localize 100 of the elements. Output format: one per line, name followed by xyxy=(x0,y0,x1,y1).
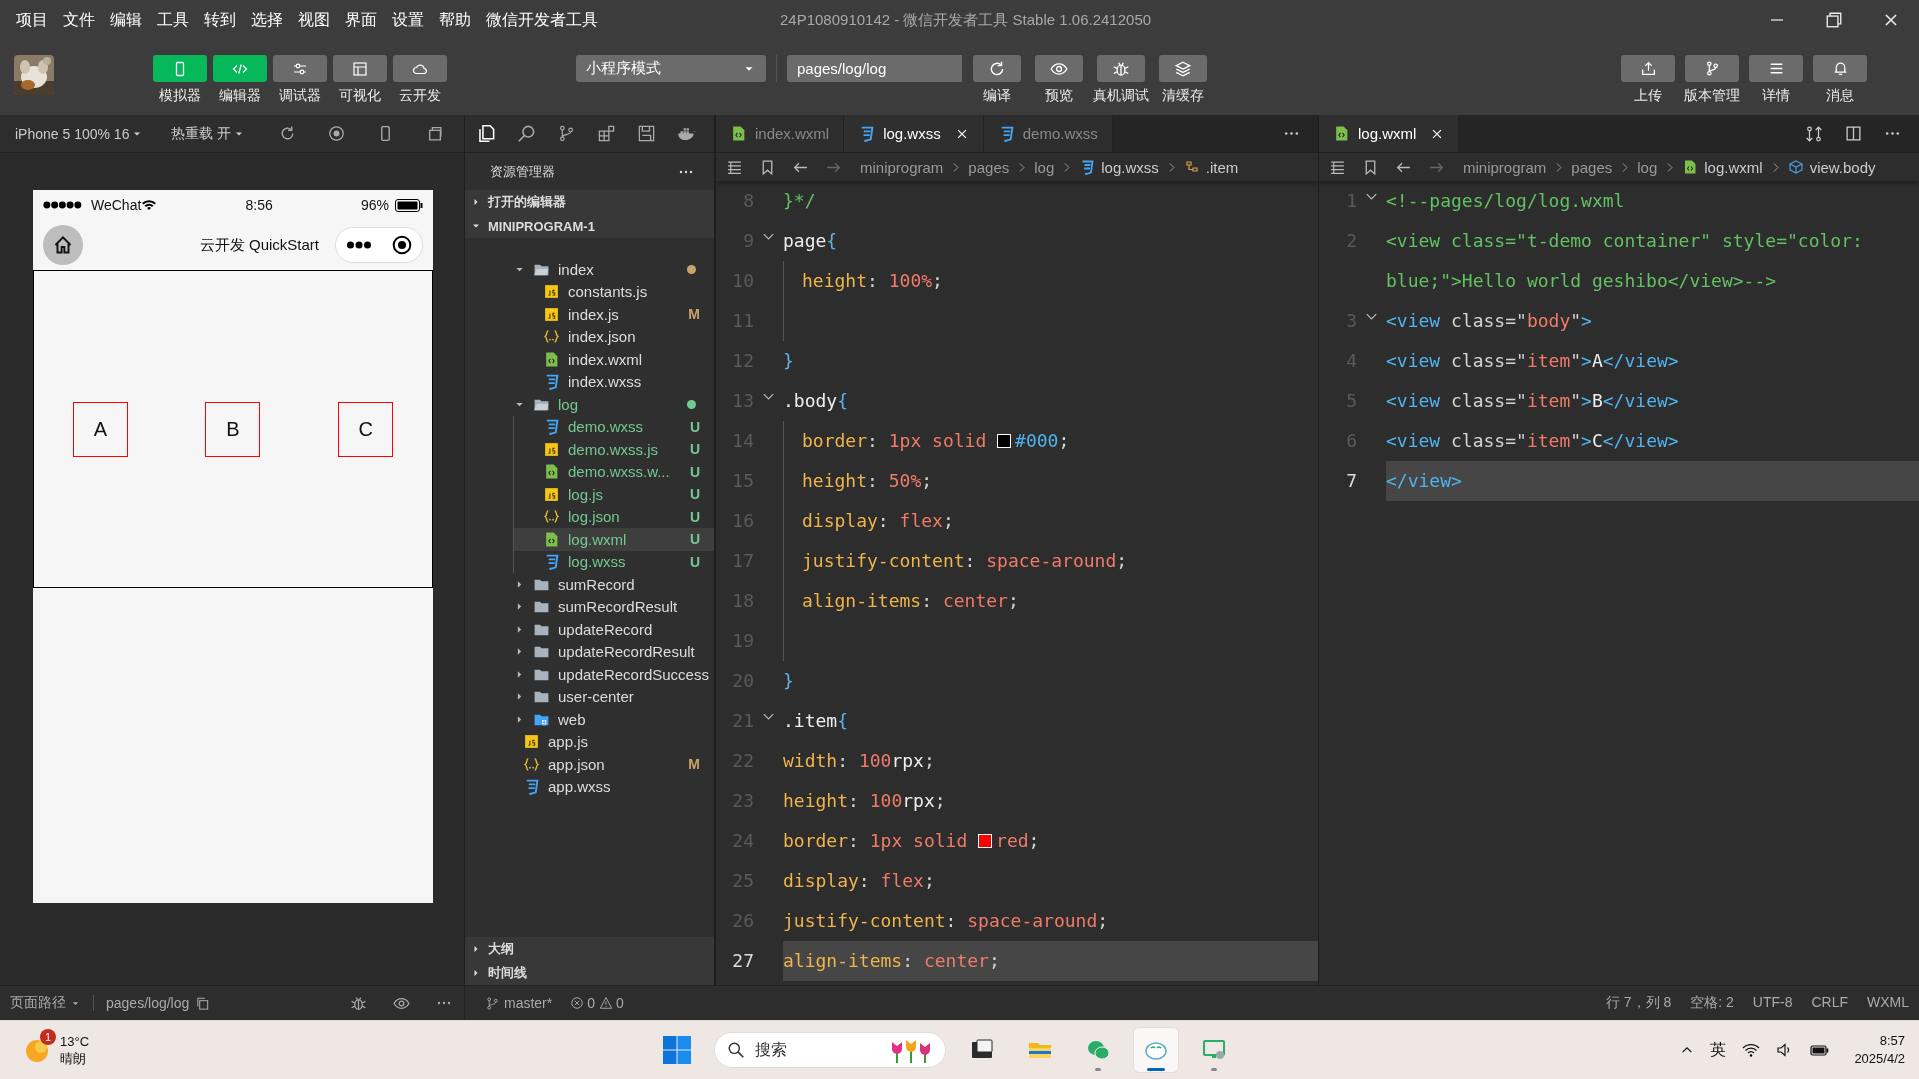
file-name[interactable]: constants.js xyxy=(568,283,648,301)
search-field[interactable]: 搜索 xyxy=(714,1032,946,1068)
menu-item[interactable]: 微信开发者工具 xyxy=(486,9,598,31)
file-name[interactable]: demo.wxss.w... xyxy=(568,463,670,481)
breadcrumb-item[interactable]: .item xyxy=(1205,158,1239,176)
folder-name[interactable]: log xyxy=(558,395,579,413)
file-name[interactable]: log.wxss xyxy=(568,553,626,571)
page-path-selector[interactable]: 页面路径 xyxy=(10,994,81,1012)
record-icon[interactable] xyxy=(391,235,412,255)
menu-item[interactable]: 文件 xyxy=(63,9,95,31)
mode-button[interactable] xyxy=(393,55,447,82)
save-icon[interactable] xyxy=(637,124,656,143)
folder-name[interactable]: updateRecordSuccess xyxy=(558,665,709,683)
input-method[interactable]: 英 xyxy=(1710,1039,1727,1061)
more-icon[interactable] xyxy=(346,241,371,249)
menu-item[interactable]: 视图 xyxy=(298,9,330,31)
section-header[interactable]: 时间线 xyxy=(465,961,714,985)
file-name[interactable]: log.js xyxy=(568,485,604,503)
file-name[interactable]: app.json xyxy=(548,755,605,773)
file-name[interactable]: demo.wxss xyxy=(568,418,644,436)
folder-name[interactable]: updateRecordResult xyxy=(558,643,695,661)
split-editor-icon[interactable] xyxy=(1845,125,1862,142)
hot-reload-toggle[interactable]: 热重载 开 xyxy=(171,124,246,143)
page-path-field[interactable]: pages/log/log xyxy=(787,55,962,82)
section-header[interactable]: MINIPROGRAM-1 xyxy=(465,214,714,238)
home-button[interactable] xyxy=(43,225,83,265)
files-icon[interactable] xyxy=(477,124,496,143)
folder-name[interactable]: index xyxy=(558,260,594,278)
section-header[interactable]: 打开的编辑器 xyxy=(465,190,714,214)
file-name[interactable]: index.json xyxy=(568,328,636,346)
folder-name[interactable]: user-center xyxy=(558,688,634,706)
breadcrumb-item[interactable]: miniprogram xyxy=(860,158,944,176)
breadcrumb-item[interactable]: pages xyxy=(1571,158,1613,176)
menu-item[interactable]: 转到 xyxy=(204,9,236,31)
refresh-icon[interactable] xyxy=(279,125,297,142)
copy-icon[interactable] xyxy=(195,995,211,1011)
menu-item[interactable]: 帮助 xyxy=(439,9,471,31)
file-name[interactable]: log.json xyxy=(568,508,620,526)
mode-button[interactable] xyxy=(273,55,327,82)
wifi-icon[interactable] xyxy=(1742,1042,1761,1058)
editor-tab[interactable]: demo.wxss xyxy=(983,115,1113,152)
stop-icon[interactable] xyxy=(328,125,346,142)
git-branch[interactable]: master* xyxy=(504,995,553,1011)
clock[interactable]: 8:57 2025/4/2 xyxy=(1854,1032,1905,1068)
file-name[interactable]: index.js xyxy=(568,305,619,323)
device-selector[interactable]: iPhone 5 100% 16 xyxy=(15,125,144,142)
search-icon[interactable] xyxy=(517,124,536,143)
action-button[interactable] xyxy=(1685,55,1739,82)
editor-tab[interactable]: index.wxml xyxy=(716,115,845,152)
language-mode[interactable]: WXML xyxy=(1867,994,1909,1012)
extensions-icon[interactable] xyxy=(597,124,616,143)
breadcrumb-item[interactable]: view.body xyxy=(1809,158,1876,176)
mode-button[interactable] xyxy=(153,55,207,82)
action-button[interactable] xyxy=(1035,55,1083,82)
action-button[interactable] xyxy=(1749,55,1803,82)
file-name[interactable]: index.wxss xyxy=(568,373,642,391)
menu-item[interactable]: 项目 xyxy=(16,9,48,31)
action-button[interactable] xyxy=(973,55,1021,82)
action-button[interactable] xyxy=(1097,55,1145,82)
folder-name[interactable]: updateRecord xyxy=(558,620,653,638)
cursor-position[interactable]: 行 7，列 8 xyxy=(1605,994,1672,1012)
action-button[interactable] xyxy=(1813,55,1867,82)
menu-item[interactable]: 工具 xyxy=(157,9,189,31)
mode-button[interactable] xyxy=(333,55,387,82)
taskbar-app[interactable] xyxy=(1134,1028,1178,1072)
menu-item[interactable]: 界面 xyxy=(345,9,377,31)
section-header[interactable]: 大纲 xyxy=(465,937,714,961)
folder-name[interactable]: sumRecord xyxy=(558,575,635,593)
menu-item[interactable]: 设置 xyxy=(392,9,424,31)
branch-icon[interactable] xyxy=(485,995,500,1011)
action-button[interactable] xyxy=(1159,55,1207,82)
editor-tab[interactable]: log.wxml xyxy=(1319,115,1460,152)
mode-dropdown[interactable]: 小程序模式 xyxy=(576,55,766,82)
menu-capsule[interactable] xyxy=(335,227,423,263)
menu-item[interactable]: 编辑 xyxy=(110,9,142,31)
battery-icon[interactable] xyxy=(1810,1042,1831,1058)
file-name[interactable]: app.wxss xyxy=(548,778,611,796)
breadcrumb-item[interactable]: log.wxml xyxy=(1704,158,1763,176)
file-name[interactable]: log.wxml xyxy=(568,530,627,548)
selected-row[interactable]: log.wxml U xyxy=(514,528,714,551)
editor-tab[interactable]: log.wxss xyxy=(844,115,984,152)
line-ending[interactable]: CRLF xyxy=(1811,994,1848,1012)
menu-item[interactable]: 选择 xyxy=(251,9,283,31)
error-icon[interactable] xyxy=(570,996,585,1010)
folder-name[interactable]: sumRecordResult xyxy=(558,598,678,616)
compare-icon[interactable] xyxy=(1805,124,1823,143)
breadcrumb-item[interactable]: log xyxy=(1034,158,1055,176)
action-button[interactable] xyxy=(1621,55,1675,82)
start-icon[interactable] xyxy=(662,1035,692,1065)
file-name[interactable]: index.wxml xyxy=(568,350,643,368)
breadcrumb-item[interactable]: miniprogram xyxy=(1463,158,1547,176)
encoding[interactable]: UTF-8 xyxy=(1752,994,1793,1012)
breadcrumb-item[interactable]: pages xyxy=(968,158,1010,176)
file-name[interactable]: demo.wxss.js xyxy=(568,440,659,458)
file-name[interactable]: app.js xyxy=(548,733,589,751)
folder-name[interactable]: web xyxy=(558,710,586,728)
warning-icon[interactable] xyxy=(599,996,614,1010)
source-control-icon[interactable] xyxy=(557,124,576,143)
breadcrumb-item[interactable]: log.wxss xyxy=(1101,158,1159,176)
indent-setting[interactable]: 空格: 2 xyxy=(1690,994,1734,1012)
